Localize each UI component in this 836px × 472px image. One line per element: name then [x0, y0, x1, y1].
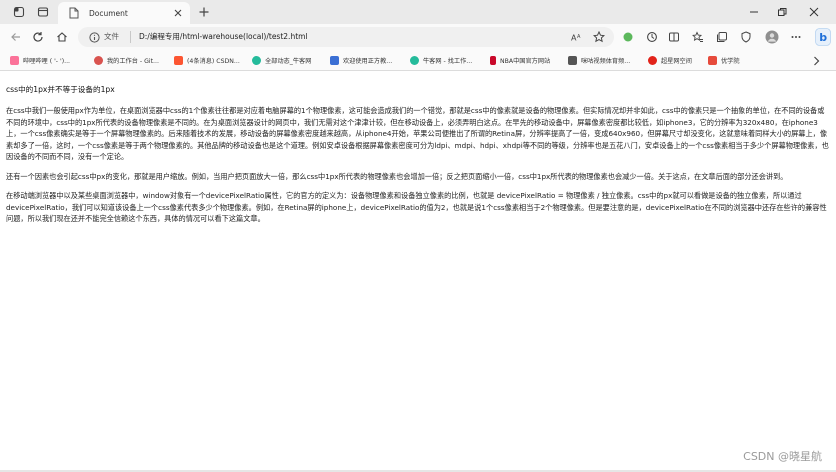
url-text[interactable]: D:/编程专用/html-warehouse(local)/test2.html — [139, 31, 308, 43]
bing-copilot-icon[interactable]: b — [814, 27, 832, 47]
bookmark-chaoxing[interactable]: 超星网空间 — [648, 54, 692, 67]
tab-title: Document — [89, 8, 128, 18]
bookmark-bilibili[interactable]: 哔哩哔哩 ( '- ')... — [10, 54, 70, 67]
nowcoder-icon — [410, 56, 419, 65]
bilibili-icon — [10, 56, 19, 65]
restore-icon[interactable] — [774, 4, 790, 20]
chaoxing-icon — [648, 56, 657, 65]
bookmark-nowcoder-feed[interactable]: 全部动态_牛客网 — [252, 54, 311, 67]
info-icon[interactable] — [88, 31, 100, 43]
bookmark-label: 我的工作台 - Git... — [107, 58, 159, 65]
favorites-icon[interactable] — [690, 29, 706, 45]
bookmark-ulearning[interactable]: 优学院 — [708, 54, 740, 67]
bookmark-csdn[interactable]: (4条消息) CSDN... — [174, 54, 240, 67]
ulearning-icon — [708, 56, 717, 65]
bookmark-zfsoft[interactable]: 欢迎使用正方教... — [330, 54, 392, 67]
chevron-right-icon[interactable] — [810, 54, 822, 67]
more-options-icon[interactable] — [788, 29, 804, 45]
close-window-icon[interactable] — [806, 4, 822, 20]
nba-icon — [490, 56, 496, 65]
svg-text:A: A — [577, 34, 581, 40]
migu-icon — [568, 56, 577, 65]
avatar[interactable] — [764, 29, 780, 45]
close-tab-icon[interactable] — [172, 7, 184, 19]
tab-strip: Document — [0, 0, 836, 24]
extension-green-icon[interactable] — [620, 29, 636, 45]
nowcoder-icon — [252, 56, 261, 65]
address-bar[interactable]: 文件 D:/编程专用/html-warehouse(local)/test2.h… — [78, 27, 614, 47]
file-scheme-label: 文件 — [104, 32, 119, 41]
gitee-icon — [94, 56, 103, 65]
bookmark-label: (4条消息) CSDN... — [187, 58, 240, 65]
tab-document[interactable]: Document — [58, 2, 190, 24]
svg-text:b: b — [819, 31, 827, 44]
bookmark-label: 哔哩哔哩 ( '- ')... — [23, 58, 71, 65]
bookmark-nowcoder-jobs[interactable]: 牛客网 - 找工作... — [410, 54, 472, 67]
bookmark-migu[interactable]: 咪咕视频体育频... — [568, 54, 630, 67]
csdn-icon — [174, 56, 183, 65]
bookmark-label: 优学院 — [721, 58, 740, 65]
bookmarks-bar: 哔哩哔哩 ( '- ')... 我的工作台 - Git... (4条消息) CS… — [0, 50, 836, 71]
collections-icon[interactable] — [714, 29, 730, 45]
paragraph-2: 还有一个因素也会引起css中px的变化，那就是用户缩放。例如，当用户把页面放大一… — [6, 171, 788, 181]
page-heading: css中的1px并不等于设备的1px — [6, 85, 115, 94]
navigation-toolbar: 文件 D:/编程专用/html-warehouse(local)/test2.h… — [0, 24, 836, 50]
bookmark-nba[interactable]: NBA中国官方网站 — [490, 54, 550, 67]
new-tab-button[interactable] — [196, 4, 212, 20]
home-icon[interactable] — [54, 29, 70, 45]
bookmark-label: 牛客网 - 找工作... — [423, 58, 473, 65]
paragraph-1: 在css中我们一般使用px作为单位，在桌面浏览器中css的1个像素往往都是对应着… — [6, 106, 829, 161]
extension-icon[interactable] — [644, 29, 660, 45]
csdn-watermark: CSDN @晓星航 — [743, 450, 822, 463]
bookmark-label: NBA中国官方网站 — [500, 58, 551, 65]
bookmark-gitee[interactable]: 我的工作台 - Git... — [94, 54, 159, 67]
bookmark-label: 咪咕视频体育频... — [581, 58, 631, 65]
split-screen-icon[interactable] — [666, 29, 682, 45]
read-aloud-icon[interactable]: AA — [570, 30, 584, 44]
minimize-icon[interactable] — [746, 4, 762, 20]
tab-actions-icon[interactable] — [34, 4, 52, 20]
zf-icon — [330, 56, 339, 65]
page-content: css中的1px并不等于设备的1px 在css中我们一般使用px作为单位，在桌面… — [6, 84, 830, 233]
back-icon[interactable] — [8, 29, 24, 45]
paragraph-3: 在移动端浏览器中以及某些桌面浏览器中，window对象有一个devicePixe… — [6, 191, 827, 223]
workspaces-icon[interactable] — [10, 4, 28, 20]
bookmark-label: 超星网空间 — [661, 58, 692, 65]
bookmark-label: 欢迎使用正方教... — [343, 58, 393, 65]
favorite-star-icon[interactable] — [592, 30, 606, 44]
browser-essentials-icon[interactable] — [738, 29, 754, 45]
document-icon — [68, 7, 80, 19]
bookmark-label: 全部动态_牛客网 — [265, 58, 312, 65]
address-divider — [130, 31, 131, 43]
refresh-icon[interactable] — [30, 29, 46, 45]
